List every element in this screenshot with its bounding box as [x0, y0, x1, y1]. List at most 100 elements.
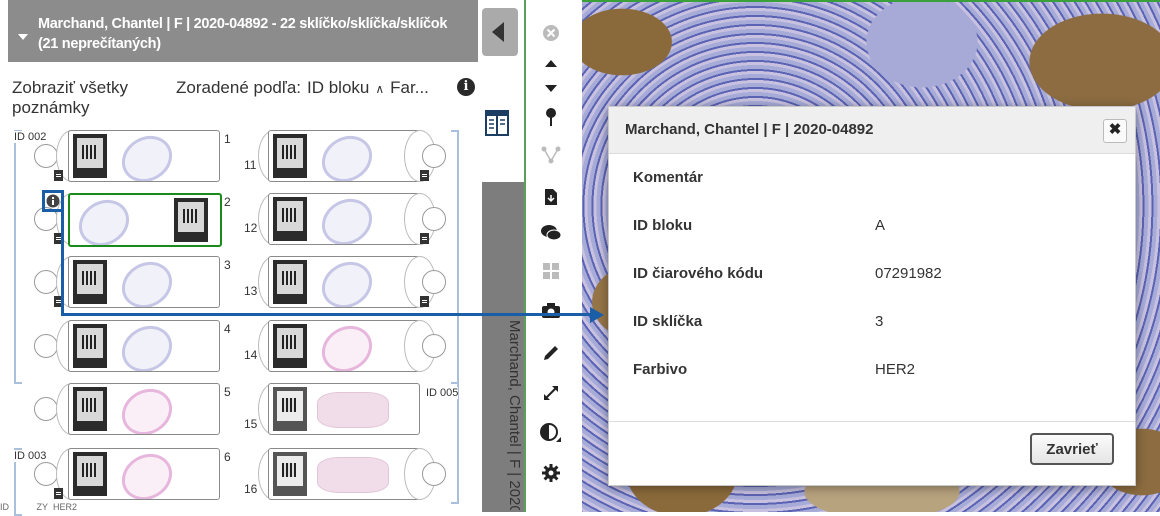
- caret-down-icon[interactable]: [18, 34, 28, 40]
- field-label-comment: Komentár: [633, 169, 704, 186]
- slide-item[interactable]: 16: [240, 446, 446, 502]
- gear-icon[interactable]: [538, 460, 564, 486]
- slide-item[interactable]: 15: [240, 381, 426, 437]
- slide-radio[interactable]: [34, 462, 58, 486]
- slide-label-image: [73, 452, 107, 496]
- field-label-stain: Farbivo: [633, 361, 688, 378]
- slide-radio[interactable]: [422, 207, 446, 231]
- tray-header[interactable]: Marchand, Chantel | F | 2020-04892 - 22 …: [8, 0, 478, 62]
- slide-radio[interactable]: [422, 144, 446, 168]
- slide-radio[interactable]: [34, 397, 58, 421]
- slide-label-image: [73, 387, 107, 431]
- sort-key[interactable]: ID bloku: [307, 78, 369, 97]
- network-icon[interactable]: [538, 142, 564, 168]
- close-button[interactable]: Zavrieť: [1030, 433, 1114, 465]
- field-value-barcode-id: 07291982: [875, 265, 942, 282]
- slide-item[interactable]: 11: [240, 128, 446, 184]
- slide-number: 1: [224, 132, 231, 146]
- camera-icon[interactable]: [538, 298, 564, 324]
- expand-icon[interactable]: [538, 380, 564, 406]
- slide-thumbnail[interactable]: [68, 448, 220, 500]
- slide-item[interactable]: 13: [240, 254, 446, 310]
- slide-thumbnail[interactable]: [268, 256, 420, 308]
- document-icon[interactable]: [420, 170, 429, 181]
- document-icon[interactable]: [420, 233, 429, 244]
- info-icon[interactable]: i: [457, 78, 475, 96]
- slide-thumbnail-selected[interactable]: [68, 193, 222, 247]
- slide-radio[interactable]: [34, 270, 58, 294]
- info-icon[interactable]: [45, 193, 61, 209]
- slide-label-image: [73, 260, 107, 304]
- triangle-left-icon[interactable]: [492, 22, 504, 42]
- slide-thumbnail[interactable]: [68, 130, 220, 182]
- slide-thumbnail[interactable]: [268, 383, 420, 435]
- slide-radio[interactable]: [422, 270, 446, 294]
- callout-line: [61, 313, 593, 316]
- arrow-up-icon[interactable]: [538, 50, 564, 76]
- document-icon[interactable]: [420, 296, 429, 307]
- slide-number: 6: [224, 450, 231, 464]
- tissue-image: [113, 131, 181, 181]
- slide-label-image: [174, 198, 208, 242]
- tissue-image: [113, 321, 181, 371]
- close-icon[interactable]: ✖: [1103, 119, 1127, 143]
- tissue-image: [317, 457, 389, 493]
- slide-item[interactable]: 1: [34, 128, 231, 184]
- sort-control[interactable]: Zoradené podľa: ID bloku ∧ Far...: [176, 78, 435, 98]
- slide-number: 14: [244, 348, 258, 362]
- slide-label-image: [73, 134, 107, 178]
- dialog-divider: [609, 421, 1135, 422]
- slide-item[interactable]: 14: [240, 318, 446, 374]
- slide-thumbnail[interactable]: [268, 130, 420, 182]
- slide-item[interactable]: 4: [34, 318, 231, 374]
- contrast-icon[interactable]: [538, 420, 564, 446]
- slide-thumbnail[interactable]: [268, 448, 420, 500]
- pin-icon[interactable]: [538, 104, 564, 130]
- tissue-image: [313, 194, 381, 244]
- field-value-stain: HER2: [875, 361, 916, 378]
- document-icon[interactable]: [54, 488, 63, 499]
- document-icon[interactable]: [54, 170, 63, 181]
- slide-number: 15: [244, 417, 258, 431]
- tissue-image: [113, 449, 181, 499]
- slide-radio[interactable]: [422, 462, 446, 486]
- slide-number: 13: [244, 284, 258, 298]
- show-all-notes-link[interactable]: Zobraziť všetky poznámky: [12, 78, 162, 118]
- slide-label-image: [73, 324, 107, 368]
- slide-radio[interactable]: [34, 144, 58, 168]
- sort-label: Zoradené podľa:: [176, 78, 301, 97]
- slide-thumbnail[interactable]: [268, 193, 420, 245]
- slide-thumbnail[interactable]: [68, 383, 220, 435]
- slide-radio[interactable]: [34, 334, 58, 358]
- slide-thumbnail[interactable]: [268, 320, 420, 372]
- caret-up-icon[interactable]: ∧: [375, 82, 384, 96]
- close-icon[interactable]: [538, 20, 564, 46]
- slide-number: 11: [244, 158, 257, 172]
- slide-thumbnail[interactable]: [68, 256, 220, 308]
- field-value-block-id: A: [875, 217, 886, 234]
- grid-icon[interactable]: [538, 258, 564, 284]
- block-bracket: [451, 382, 459, 504]
- slide-number: 5: [224, 385, 231, 399]
- slide-label-image: [273, 197, 307, 241]
- tissue-image: [113, 257, 181, 307]
- vertical-case-title: Marchand, Chantel | F | 2020: [483, 320, 523, 510]
- download-doc-icon[interactable]: [538, 184, 564, 210]
- slide-number: 12: [244, 221, 258, 235]
- slide-thumbnail[interactable]: [68, 320, 220, 372]
- block-bracket: [451, 130, 459, 384]
- tray-header-title: Marchand, Chantel | F | 2020-04892 - 22 …: [38, 16, 448, 52]
- columns-layout-icon[interactable]: [482, 108, 512, 138]
- slide-item[interactable]: 12: [240, 191, 446, 247]
- callout-arrowhead: [590, 307, 604, 323]
- slide-item[interactable]: 5: [34, 381, 231, 437]
- sort-key-2[interactable]: Far...: [390, 78, 429, 97]
- slide-label-image: [273, 324, 307, 368]
- slide-item[interactable]: 6: [34, 446, 231, 502]
- arrow-down-icon[interactable]: [538, 76, 564, 102]
- comments-icon[interactable]: [538, 220, 564, 246]
- slide-number: 3: [224, 258, 231, 272]
- field-label-slide-id: ID sklíčka: [633, 313, 703, 330]
- pencil-icon[interactable]: [538, 340, 564, 366]
- slide-radio[interactable]: [422, 334, 446, 358]
